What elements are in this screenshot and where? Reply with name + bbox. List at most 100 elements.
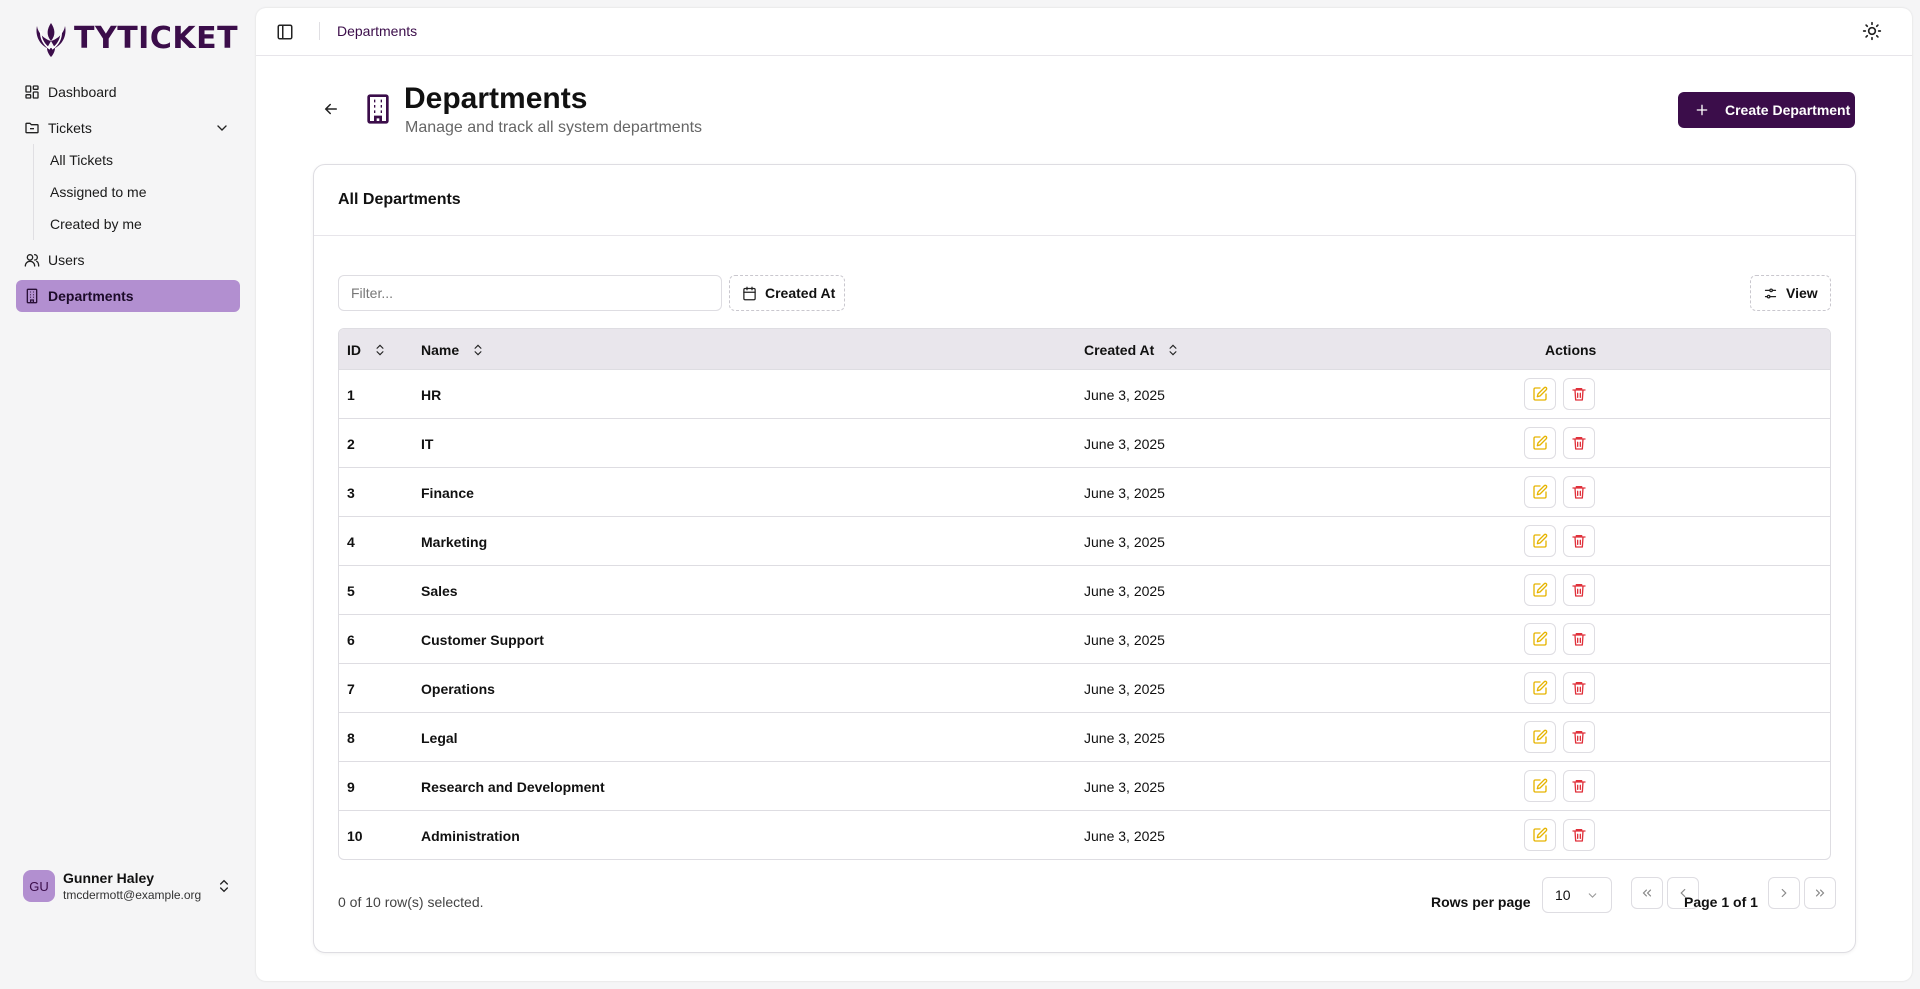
edit-button[interactable] [1524, 819, 1556, 851]
user-menu[interactable]: GU Gunner Haley tmcdermott@example.org [16, 864, 240, 908]
create-department-label: Create Department [1725, 102, 1851, 118]
cell-id: 10 [347, 827, 363, 844]
sort-icon[interactable] [471, 343, 485, 357]
column-header-label: Created At [1084, 341, 1155, 358]
departments-card: All Departments Created At View ID Name [313, 164, 1856, 953]
cell-created-at: June 3, 2025 [1084, 631, 1165, 648]
cell-name: IT [421, 435, 434, 452]
delete-button[interactable] [1563, 770, 1595, 802]
edit-button[interactable] [1524, 525, 1556, 557]
cell-created-at: June 3, 2025 [1084, 386, 1165, 403]
cell-created-at: June 3, 2025 [1084, 435, 1165, 452]
cell-id: 9 [347, 778, 355, 795]
delete-button[interactable] [1563, 721, 1595, 753]
brand-logo[interactable]: TYTICKET [30, 17, 238, 59]
sidebar-item-dashboard[interactable]: Dashboard [16, 76, 240, 108]
folder-icon [25, 122, 39, 134]
sort-icon[interactable] [373, 343, 387, 357]
table-row: 2 IT June 3, 2025 [339, 419, 1830, 468]
sidebar-subitem-created-by-me[interactable]: Created by me [42, 210, 222, 238]
sidebar-item-departments[interactable]: Departments [16, 280, 240, 312]
edit-button[interactable] [1524, 574, 1556, 606]
cell-name: Research and Development [421, 778, 605, 795]
edit-button[interactable] [1524, 378, 1556, 410]
delete-button[interactable] [1563, 525, 1595, 557]
edit-button[interactable] [1524, 476, 1556, 508]
cell-id: 7 [347, 680, 355, 697]
table-row: 7 Operations June 3, 2025 [339, 664, 1830, 713]
cell-name: HR [421, 386, 442, 403]
cell-created-at: June 3, 2025 [1084, 729, 1165, 746]
sidebar-subitem-all-tickets[interactable]: All Tickets [42, 146, 222, 174]
sidebar-subitem-assigned-to-me[interactable]: Assigned to me [42, 178, 222, 206]
topbar: Departments [256, 8, 1912, 56]
table-row: 1 HR June 3, 2025 [339, 370, 1830, 419]
edit-icon [1533, 631, 1548, 646]
departments-table: ID Name Created At Actions 1 HR June 3, 20… [338, 328, 1831, 860]
column-header-label: ID [347, 341, 361, 358]
column-header-created-at[interactable]: Created At [1084, 329, 1180, 370]
delete-button[interactable] [1563, 672, 1595, 704]
chevron-down-icon[interactable] [214, 120, 230, 136]
delete-button[interactable] [1563, 476, 1595, 508]
cell-name: Legal [421, 729, 458, 746]
cell-created-at: June 3, 2025 [1084, 778, 1165, 795]
trash-icon [1572, 584, 1586, 597]
sidebar-toggle-icon[interactable] [276, 23, 294, 41]
sidebar-item-users[interactable]: Users [16, 244, 240, 276]
breadcrumb[interactable]: Departments [337, 23, 417, 39]
table-row: 5 Sales June 3, 2025 [339, 566, 1830, 615]
trash-icon [1572, 731, 1586, 744]
delete-button[interactable] [1563, 623, 1595, 655]
rows-per-page-select[interactable]: 10 [1542, 877, 1612, 913]
column-header-id[interactable]: ID [347, 329, 387, 370]
cell-id: 8 [347, 729, 355, 746]
back-arrow-icon[interactable] [322, 100, 340, 118]
column-header-name[interactable]: Name [421, 329, 485, 370]
edit-button[interactable] [1524, 672, 1556, 704]
chevrons-left-icon [1642, 889, 1652, 897]
building-icon [26, 288, 38, 304]
first-page-button[interactable] [1631, 877, 1663, 909]
cell-name: Sales [421, 582, 458, 599]
trash-icon [1572, 780, 1586, 793]
table-row: 4 Marketing June 3, 2025 [339, 517, 1830, 566]
trash-icon [1572, 437, 1586, 450]
sidebar-item-tickets[interactable]: Tickets [16, 112, 240, 144]
chevron-right-icon [1781, 888, 1787, 898]
sun-icon[interactable] [1862, 21, 1882, 41]
edit-button[interactable] [1524, 623, 1556, 655]
column-header-actions: Actions [1545, 329, 1596, 370]
view-options-button[interactable]: View [1750, 275, 1831, 311]
trash-icon [1572, 829, 1586, 842]
cell-created-at: June 3, 2025 [1084, 827, 1165, 844]
edit-button[interactable] [1524, 721, 1556, 753]
edit-icon [1533, 533, 1548, 548]
edit-button[interactable] [1524, 770, 1556, 802]
create-department-button[interactable]: Create Department [1678, 92, 1855, 128]
cell-id: 2 [347, 435, 355, 452]
trash-icon [1572, 388, 1586, 401]
cell-created-at: June 3, 2025 [1084, 484, 1165, 501]
column-header-label: Actions [1545, 341, 1597, 358]
edit-icon [1533, 484, 1548, 499]
cell-name: Marketing [421, 533, 488, 550]
created-at-filter-label: Created At [765, 285, 836, 301]
delete-button[interactable] [1563, 574, 1595, 606]
trash-icon [1572, 633, 1586, 646]
tickets-submenu: All Tickets Assigned to me Created by me [33, 144, 233, 240]
next-page-button[interactable] [1768, 877, 1800, 909]
edit-button[interactable] [1524, 427, 1556, 459]
building-icon [367, 94, 389, 124]
filter-input[interactable] [338, 275, 722, 311]
table-row: 3 Finance June 3, 2025 [339, 468, 1830, 517]
sort-icon[interactable] [1166, 343, 1180, 357]
created-at-filter-button[interactable]: Created At [729, 275, 845, 311]
users-icon [24, 253, 40, 267]
delete-button[interactable] [1563, 819, 1595, 851]
delete-button[interactable] [1563, 427, 1595, 459]
cell-created-at: June 3, 2025 [1084, 680, 1165, 697]
last-page-button[interactable] [1804, 877, 1836, 909]
plus-icon [1696, 104, 1708, 116]
delete-button[interactable] [1563, 378, 1595, 410]
